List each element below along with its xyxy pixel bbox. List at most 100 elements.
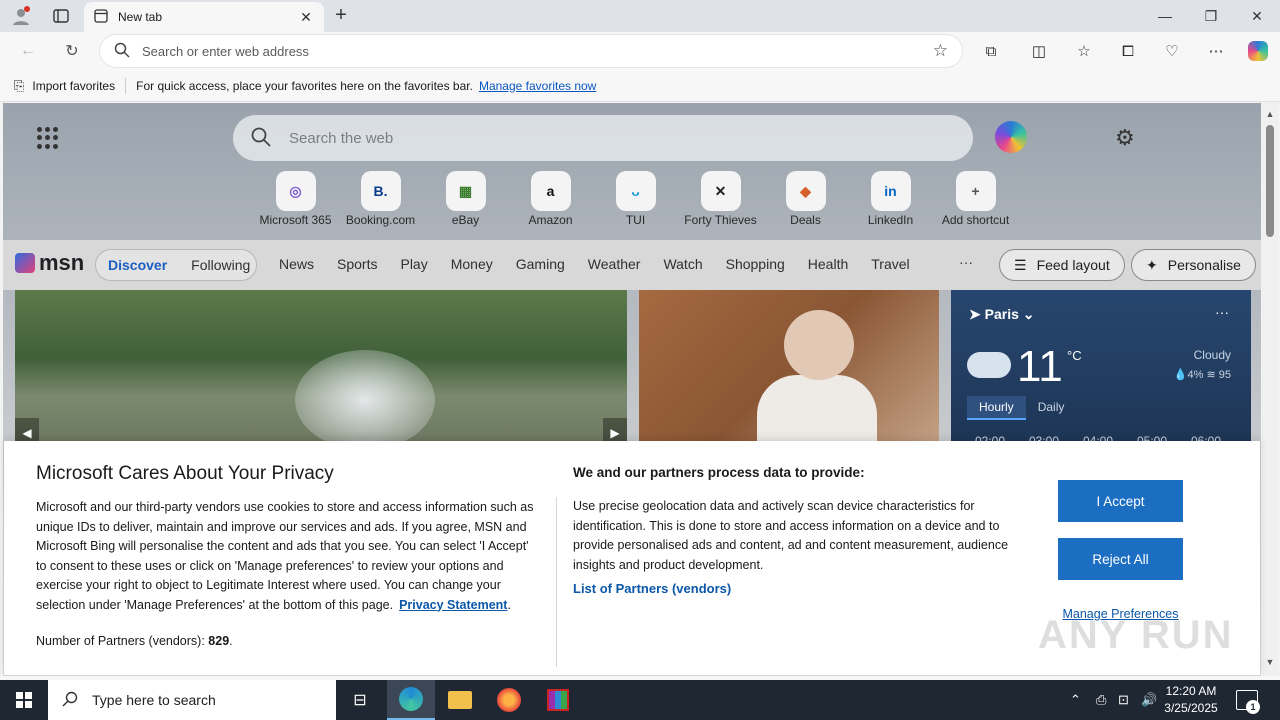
news-card-forest[interactable]: ◀ ▶ [15,290,627,442]
device-icon[interactable]: ⎙ [1096,680,1106,720]
weather-city[interactable]: ➤ Paris ⌄ [969,306,1035,323]
clock[interactable]: 12:20 AM 3/25/2025 [1160,683,1222,717]
manage-preferences-link[interactable]: Manage Preferences [1058,607,1183,621]
refresh-button[interactable]: ↻ [58,38,86,64]
winrar-icon[interactable] [534,680,582,720]
shortcut-linkedin[interactable]: in LinkedIn [848,171,933,227]
category-travel[interactable]: Travel [871,256,909,272]
split-screen-icon[interactable]: ◫ [1027,40,1051,62]
shortcut-booking-com[interactable]: B. Booking.com [338,171,423,227]
close-tab-icon[interactable]: ✕ [298,9,314,26]
shortcut-add-shortcut[interactable]: + Add shortcut [933,171,1018,227]
more-categories-icon[interactable]: ··· [959,254,973,270]
copilot-icon[interactable] [995,121,1027,153]
favorite-star-icon[interactable]: ☆ [933,41,948,61]
privacy-body: Microsoft and our third-party vendors us… [36,500,534,612]
search-icon [114,42,130,61]
scroll-up-icon[interactable]: ▲ [1264,109,1276,119]
windows-logo-icon [16,692,32,708]
category-play[interactable]: Play [400,256,427,272]
new-tab-button[interactable]: + [330,4,352,28]
start-button[interactable] [0,680,48,720]
favorites-bar: ⎘ Import favorites For quick access, pla… [0,70,1280,102]
copilot-sidebar-icon[interactable] [1246,40,1270,62]
weather-unit: °C [1067,348,1082,363]
import-favorites-button[interactable]: Import favorites [32,79,115,93]
web-search-box[interactable]: Search the web [233,115,973,161]
plus-icon: + [955,171,996,211]
tab-new-tab[interactable]: New tab ✕ [84,2,324,32]
profile-icon[interactable] [8,4,34,28]
divider [125,77,127,94]
weather-stats: 💧4% ≋ 95 [1173,369,1231,381]
category-money[interactable]: Money [451,256,493,272]
import-icon: ⎘ [14,77,25,93]
accept-button[interactable]: I Accept [1058,480,1183,522]
feed-layout-button[interactable]: ☰ Feed layout [999,249,1125,281]
network-icon[interactable]: ⊡ [1118,680,1129,720]
category-sports[interactable]: Sports [337,256,377,272]
carousel-next-icon[interactable]: ▶ [603,418,627,442]
navigation-bar: ← ↻ Search or enter web address ☆ ⧉ ◫ ☆ … [0,32,1280,70]
scroll-thumb[interactable] [1266,125,1274,237]
file-explorer-icon[interactable] [436,680,484,720]
apps-launcher-icon[interactable] [37,127,59,149]
title-bar: New tab ✕ + — ❐ ✕ [0,0,1280,32]
weather-tabs: Hourly Daily [967,396,1076,420]
category-shopping[interactable]: Shopping [726,256,785,272]
tab-discover[interactable]: Discover [96,257,179,273]
shortcut-microsoft-365[interactable]: ◎ Microsoft 365 [253,171,338,227]
manage-favorites-link[interactable]: Manage favorites now [479,79,596,93]
category-news[interactable]: News [279,256,314,272]
collections-icon[interactable]: ⧠ [1116,40,1140,62]
sparkle-icon: ✦ [1146,256,1158,273]
data-processing-body: Use precise geolocation data and activel… [573,499,1009,572]
page-scrollbar[interactable]: ▲ ▼ [1262,103,1278,676]
shortcut-amazon[interactable]: a Amazon [508,171,593,227]
tab-daily[interactable]: Daily [1026,396,1077,420]
tab-actions-icon[interactable] [48,4,74,28]
category-gaming[interactable]: Gaming [516,256,565,272]
carousel-prev-icon[interactable]: ◀ [15,418,39,442]
more-menu-icon[interactable]: ⋯ [1204,40,1228,62]
category-weather[interactable]: Weather [588,256,641,272]
shortcut-forty-thieves[interactable]: ✕ Forty Thieves [678,171,763,227]
swords-icon: ✕ [700,171,741,211]
address-bar[interactable]: Search or enter web address ☆ [100,35,962,67]
task-view-icon[interactable]: ⊟ [336,680,384,720]
shortcut-deals[interactable]: ◆ Deals [763,171,848,227]
restore-button[interactable]: ❐ [1188,0,1234,32]
edge-taskbar-icon[interactable] [387,680,435,720]
firefox-icon[interactable] [485,680,533,720]
tab-hourly[interactable]: Hourly [967,396,1026,420]
close-window-button[interactable]: ✕ [1234,0,1280,32]
weather-card[interactable]: ➤ Paris ⌄ ··· 11 °C Cloudy 💧4% ≋ 95 Hour… [951,290,1251,448]
shortcut-ebay[interactable]: ▦ eBay [423,171,508,227]
extensions-icon[interactable]: ⧉ [979,40,1003,62]
weather-condition: Cloudy [1193,348,1231,362]
privacy-statement-link[interactable]: Privacy Statement [399,598,507,612]
news-card-woman-phone[interactable] [639,290,939,442]
personalise-button[interactable]: ✦ Personalise [1131,249,1256,281]
taskbar-search[interactable]: Type here to search [48,680,336,720]
shortcut-label: Microsoft 365 [259,213,332,227]
weather-more-icon[interactable]: ··· [1215,304,1229,320]
msn-logo[interactable]: msn [15,250,84,276]
web-search-placeholder: Search the web [289,129,394,147]
list-of-partners-link[interactable]: List of Partners (vendors) [573,581,731,596]
category-health[interactable]: Health [808,256,848,272]
category-watch[interactable]: Watch [663,256,702,272]
address-placeholder: Search or enter web address [142,43,309,59]
reject-all-button[interactable]: Reject All [1058,538,1183,580]
smoke-image-detail [295,350,435,442]
minimize-button[interactable]: — [1142,0,1188,32]
back-button[interactable]: ← [14,38,42,64]
shortcut-tui[interactable]: ᴗ TUI [593,171,678,227]
show-hidden-icons[interactable]: ⌃ [1070,680,1081,720]
scroll-down-icon[interactable]: ▼ [1264,657,1276,667]
volume-icon[interactable]: 🔊 [1141,680,1157,720]
browser-essentials-icon[interactable]: ♡ [1160,40,1184,62]
favorites-icon[interactable]: ☆ [1072,40,1096,62]
tab-following[interactable]: Following [179,257,262,273]
gear-icon[interactable]: ⚙ [1115,125,1135,151]
